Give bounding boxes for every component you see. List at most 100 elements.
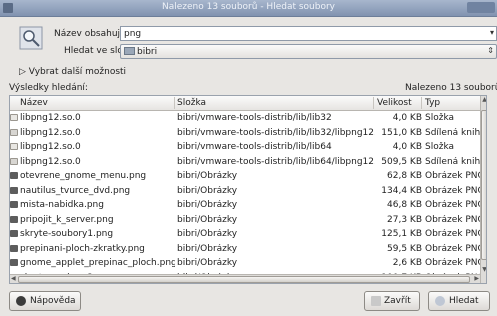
vertical-scrollbar[interactable]: ▲ ▼ bbox=[480, 96, 486, 283]
table-body: libpng12.so.0 bibri/vmware-tools-distrib/… bbox=[10, 111, 480, 283]
results-table[interactable]: Název Složka Velikost Typ libpng12.so.0 b… bbox=[9, 95, 487, 284]
image-icon bbox=[10, 230, 18, 237]
table-row[interactable]: gnome_applet_prepinac_ploch.png bibri/Obr… bbox=[10, 256, 480, 271]
file-type: Obrázek PNG bbox=[425, 258, 480, 268]
file-type: Sdílená knihovna bbox=[425, 127, 480, 138]
find-button[interactable]: Hledat bbox=[428, 291, 490, 311]
file-type: Obrázek PNG bbox=[425, 243, 480, 254]
image-icon bbox=[10, 201, 18, 208]
file-folder: bibri/vmware-tools-distrib/lib/lib32 bbox=[177, 113, 332, 123]
file-name: pripojit_k_server.png bbox=[20, 214, 114, 225]
file-type: Obrázek PNG bbox=[425, 185, 480, 196]
search-folder-select[interactable]: bibri ⇕ bbox=[120, 44, 497, 59]
folder-icon bbox=[10, 143, 18, 150]
results-label: Výsledky hledání: bbox=[9, 83, 88, 93]
file-folder: bibri/Obrázky bbox=[177, 258, 238, 268]
column-header-folder[interactable]: Složka bbox=[177, 98, 206, 108]
close-button[interactable]: Zavřít bbox=[364, 291, 420, 311]
window-control-buttons[interactable] bbox=[467, 2, 495, 13]
file-type: Sdílená knihovna bbox=[425, 156, 480, 167]
vertical-scroll-thumb[interactable] bbox=[481, 110, 486, 260]
table-row[interactable]: otevrene_gnome_menu.png bibri/Obrázky 62,8… bbox=[10, 169, 480, 184]
help-icon bbox=[16, 296, 26, 306]
name-contains-value: png bbox=[124, 29, 142, 39]
file-type: Složka bbox=[425, 113, 455, 123]
table-row[interactable]: pripojit_k_server.png bibri/Obrázky 27,3 K… bbox=[10, 213, 480, 228]
file-folder: bibri/Obrázky bbox=[177, 243, 238, 254]
file-folder: bibri/Obrázky bbox=[177, 171, 238, 181]
scroll-down-icon[interactable]: ▼ bbox=[481, 266, 486, 275]
table-row[interactable]: libpng12.so.0 bibri/vmware-tools-distrib/… bbox=[10, 111, 480, 126]
scroll-right-icon[interactable]: ▶ bbox=[474, 275, 479, 282]
file-type: Obrázek PNG bbox=[425, 214, 480, 225]
file-type: Obrázek PNG bbox=[425, 200, 480, 210]
column-header-type[interactable]: Typ bbox=[425, 98, 440, 108]
updown-arrow-icon: ⇕ bbox=[487, 46, 494, 55]
file-folder: bibri/Obrázky bbox=[177, 229, 238, 239]
title-bar[interactable]: Nalezeno 13 souborů - Hledat soubory bbox=[0, 0, 497, 17]
file-size: 2,6 KB bbox=[392, 258, 422, 268]
file-size: 134,4 KB bbox=[381, 185, 422, 196]
file-size: 509,5 KB bbox=[381, 156, 422, 167]
image-icon bbox=[10, 172, 18, 179]
horizontal-scroll-thumb[interactable] bbox=[18, 276, 470, 283]
file-name: libpng12.so.0 bbox=[20, 127, 81, 138]
file-name: skryte-soubory1.png bbox=[20, 229, 114, 239]
table-row[interactable]: libpng12.so.0 bibri/vmware-tools-distrib/… bbox=[10, 155, 480, 170]
file-name: libpng12.so.0 bbox=[20, 142, 81, 152]
file-folder: bibri/vmware-tools-distrib/lib/lib64/lib… bbox=[177, 156, 375, 167]
image-icon bbox=[10, 259, 18, 266]
column-header-size[interactable]: Velikost bbox=[377, 98, 412, 108]
table-row[interactable]: prepinani-ploch-zkratky.png bibri/Obrázky… bbox=[10, 242, 480, 257]
file-folder: bibri/vmware-tools-distrib/lib/lib64 bbox=[177, 142, 332, 152]
file-type: Obrázek PNG bbox=[425, 171, 480, 181]
file-type: Složka bbox=[425, 142, 455, 152]
search-folder-value: bibri bbox=[137, 47, 158, 57]
table-header: Název Složka Velikost Typ bbox=[10, 96, 480, 111]
more-options-expander[interactable]: ▷ Vybrat další možnosti bbox=[19, 67, 126, 77]
scroll-up-icon[interactable]: ▲ bbox=[481, 96, 486, 105]
file-size: 59,5 KB bbox=[387, 243, 422, 254]
column-header-name[interactable]: Název bbox=[20, 98, 48, 108]
table-row[interactable]: nautilus_tvurce_dvd.png bibri/Obrázky 134,… bbox=[10, 184, 480, 199]
scroll-left-icon[interactable]: ◀ bbox=[11, 275, 16, 282]
file-size: 4,0 KB bbox=[392, 142, 422, 152]
file-size: 46,8 KB bbox=[387, 200, 422, 210]
image-icon bbox=[10, 244, 18, 252]
table-row[interactable]: skryte-soubory1.png bibri/Obrázky 125,1 KB… bbox=[10, 227, 480, 242]
file-size: 62,8 KB bbox=[387, 171, 422, 181]
file-name: nautilus_tvurce_dvd.png bbox=[20, 185, 131, 196]
file-folder: bibri/Obrázky bbox=[177, 185, 238, 196]
table-row[interactable]: mista-nabidka.png bibri/Obrázky 46,8 KB Obr… bbox=[10, 198, 480, 213]
file-icon bbox=[10, 128, 18, 136]
image-icon bbox=[10, 215, 18, 223]
file-name: libpng12.so.0 bbox=[20, 156, 81, 167]
file-size: 4,0 KB bbox=[392, 113, 422, 123]
help-button-label: Nápověda bbox=[30, 296, 76, 306]
file-type: Obrázek PNG bbox=[425, 229, 480, 239]
close-button-label: Zavřít bbox=[384, 296, 411, 306]
file-name: libpng12.so.0 bbox=[20, 113, 81, 123]
file-name: mista-nabidka.png bbox=[20, 200, 104, 210]
file-folder: bibri/Obrázky bbox=[177, 200, 238, 210]
chevron-down-icon[interactable]: ▾ bbox=[490, 28, 494, 37]
file-name: prepinani-ploch-zkratky.png bbox=[20, 243, 145, 254]
file-size: 151,0 KB bbox=[381, 127, 422, 138]
file-folder: bibri/Obrázky bbox=[177, 214, 238, 225]
help-button[interactable]: Nápověda bbox=[9, 291, 81, 311]
table-row[interactable]: libpng12.so.0 bibri/vmware-tools-distrib/… bbox=[10, 126, 480, 141]
find-button-label: Hledat bbox=[449, 296, 479, 306]
folder-icon bbox=[10, 114, 18, 121]
image-icon bbox=[10, 186, 18, 194]
search-files-icon bbox=[19, 26, 43, 50]
file-name: otevrene_gnome_menu.png bbox=[20, 171, 147, 181]
folder-icon bbox=[124, 46, 135, 55]
horizontal-scrollbar[interactable]: ◀ ▶ bbox=[10, 274, 480, 283]
results-count: Nalezeno 13 souborů bbox=[405, 83, 497, 93]
name-contains-input[interactable]: png ▾ bbox=[120, 26, 497, 41]
file-name: gnome_applet_prepinac_ploch.png bbox=[20, 258, 175, 268]
table-row[interactable]: libpng12.so.0 bibri/vmware-tools-distrib/… bbox=[10, 140, 480, 155]
name-contains-label: Název obsahuje: bbox=[54, 29, 129, 39]
close-icon bbox=[371, 296, 381, 306]
file-size: 27,3 KB bbox=[387, 214, 422, 225]
